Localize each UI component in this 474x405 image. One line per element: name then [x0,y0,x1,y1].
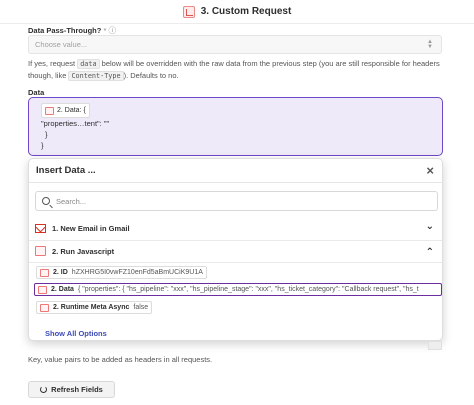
refresh-icon [40,386,48,393]
javascript-icon [40,268,49,277]
divider [29,262,442,263]
headers-help: Key, value pairs to be added as headers … [28,355,213,364]
webhook-app-icon [182,5,195,18]
option-id[interactable]: 2. ID hZXHRG5I0vwFZ10enFd5aBmUCiK9U1A [36,266,207,279]
select-arrows-icon: ▲ ▼ [427,39,433,50]
section-gmail[interactable]: 1. New Email in Gmail ⌄ [35,219,438,237]
javascript-icon [40,303,49,312]
select-placeholder: Choose value... [35,40,88,49]
data-input[interactable]: 2. Data: { "properties…tent": "" } } [28,97,443,156]
insert-data-title: Insert Data ... [36,165,96,176]
close-icon[interactable]: × [426,163,434,178]
data-label: Data [28,88,45,97]
step-title: 3. Custom Request [200,6,292,17]
pass-through-select[interactable]: Choose value... ▲ ▼ [28,35,442,54]
javascript-icon [38,285,47,294]
gmail-icon [35,223,46,233]
data-pill[interactable]: 2. Data: { [41,103,90,118]
data-line-4: } [41,141,44,150]
search-icon [42,197,50,205]
divider [29,240,442,241]
show-all-options-link[interactable]: Show All Options [45,329,107,338]
javascript-icon [35,246,46,256]
section-run-javascript[interactable]: 2. Run Javascript ⌃ [35,242,438,260]
option-runtime-meta-async[interactable]: 2. Runtime Meta Async false [36,301,153,314]
data-line-2: "properties…tent": "" [41,119,110,128]
search-placeholder: Search... [56,196,87,206]
insert-data-panel: Insert Data ... × Search... 1. New Email… [28,158,443,341]
javascript-icon [45,106,54,115]
data-line-3: } [45,130,48,139]
pass-through-help: If yes, request data below will be overr… [28,59,440,81]
chevron-down-icon[interactable]: ⌄ [426,221,434,232]
info-icon: * ⓘ [103,26,116,35]
option-data[interactable]: 2. Data { "properties": { "hs_pipeline":… [34,283,442,296]
insert-data-header: Insert Data ... × [29,159,442,183]
chevron-up-icon[interactable]: ⌃ [426,247,434,258]
search-input[interactable]: Search... [35,191,438,211]
step-header: 3. Custom Request [0,0,474,24]
field-handle [428,341,442,350]
refresh-fields-button[interactable]: Refresh Fields [28,381,115,398]
